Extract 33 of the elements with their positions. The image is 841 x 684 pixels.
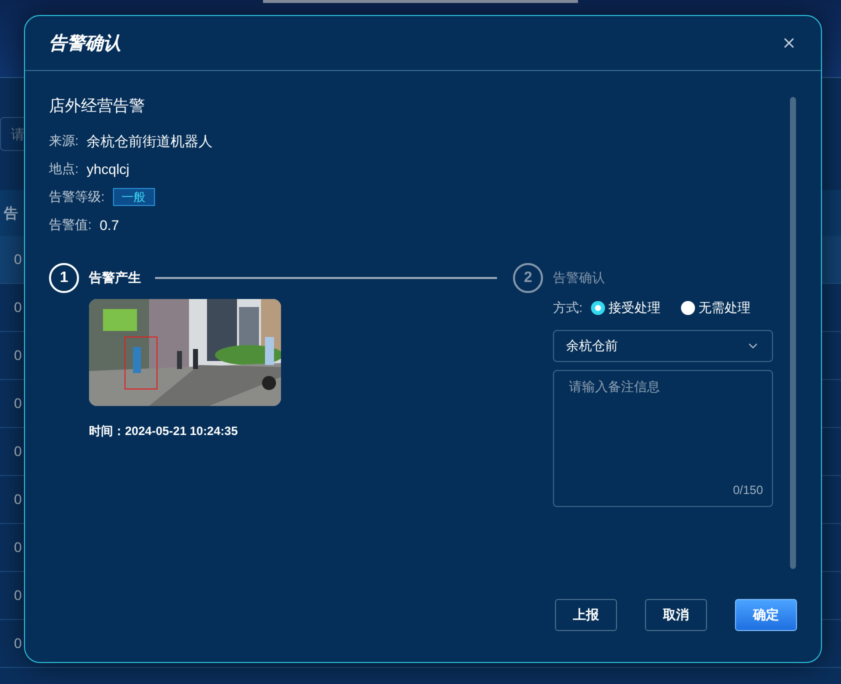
- radio-option[interactable]: 无需处理: [680, 298, 751, 318]
- field-label: 告警值:: [49, 216, 92, 234]
- field-label: 来源:: [49, 132, 79, 150]
- table-cell-text: 0: [14, 442, 22, 461]
- location-select[interactable]: 余杭仓前: [553, 330, 773, 362]
- radio-option[interactable]: 接受处理: [590, 298, 661, 318]
- dialog-button[interactable]: 确定: [735, 599, 797, 631]
- step-title: 告警产生: [89, 269, 141, 288]
- table-cell-text: 0: [14, 586, 22, 605]
- char-count: 0/150: [732, 482, 763, 499]
- field-label: 地点:: [49, 160, 79, 178]
- table-cell-text: 0: [14, 346, 22, 365]
- step-number: 2: [513, 263, 543, 293]
- table-cell-text: 0: [14, 298, 22, 317]
- field-value: 余杭仓前街道机器人: [86, 132, 213, 150]
- step-title: 告警确认: [553, 269, 605, 288]
- table-cell-text: 0: [14, 250, 22, 269]
- dialog-button[interactable]: 取消: [645, 599, 707, 631]
- alert-name: 店外经营告警: [49, 97, 146, 117]
- column-header: 告: [4, 204, 18, 222]
- field-value: 0.7: [100, 216, 120, 234]
- field-value: yhcqlcj: [86, 160, 130, 179]
- dialog-button[interactable]: 上报: [555, 599, 617, 631]
- field-label: 告警等级:: [49, 188, 105, 206]
- level-badge: 一般: [112, 188, 155, 206]
- table-cell-text: 0: [14, 490, 22, 509]
- table-cell-text: 0: [14, 634, 22, 653]
- step-number: 1: [49, 263, 79, 293]
- table-cell-text: 0: [14, 538, 22, 557]
- method-label: 方式:: [553, 299, 583, 318]
- dialog-title: 告警确认: [49, 32, 121, 54]
- table-cell-text: 0: [14, 394, 22, 413]
- capture-time: 时间：2024-05-21 10:24:35: [89, 423, 239, 440]
